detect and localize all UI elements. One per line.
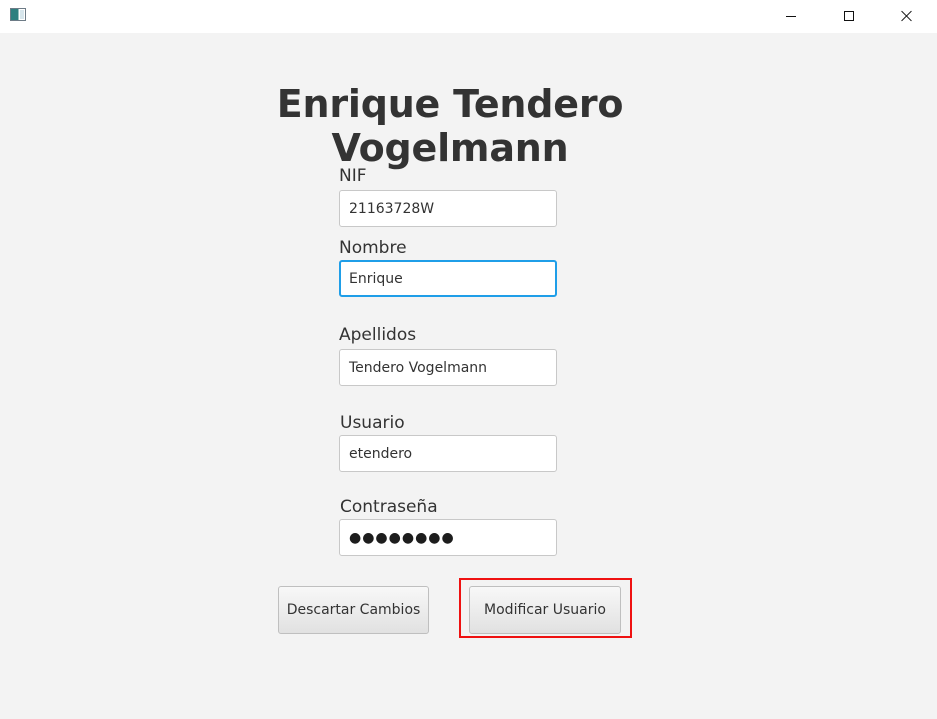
close-button[interactable] <box>884 0 930 32</box>
maximize-icon <box>844 11 854 21</box>
usuario-label: Usuario <box>340 413 405 433</box>
password-mask: ●●●●●●●● <box>349 529 455 546</box>
password-field[interactable]: ●●●●●●●● <box>339 519 557 556</box>
apellidos-field[interactable]: Tendero Vogelmann <box>339 349 557 386</box>
apellidos-label: Apellidos <box>339 325 417 345</box>
modify-user-button[interactable]: Modificar Usuario <box>469 586 621 634</box>
nif-field[interactable]: 21163728W <box>339 190 557 227</box>
minimize-icon <box>786 15 796 17</box>
usuario-field[interactable]: etendero <box>339 435 557 472</box>
close-icon <box>901 10 913 22</box>
nombre-label: Nombre <box>339 238 407 258</box>
nombre-field[interactable]: Enrique <box>339 260 557 297</box>
discard-changes-button[interactable]: Descartar Cambios <box>278 586 429 634</box>
contrasena-label: Contraseña <box>340 497 438 517</box>
minimize-button[interactable] <box>768 0 814 32</box>
nif-label: NIF <box>339 166 367 186</box>
page-title: Enrique Tendero Vogelmann <box>276 82 624 170</box>
title-bar <box>0 0 937 33</box>
app-window: Enrique Tendero Vogelmann NIF 21163728W … <box>0 0 937 719</box>
maximize-button[interactable] <box>826 0 872 32</box>
app-window-icon <box>10 8 26 21</box>
